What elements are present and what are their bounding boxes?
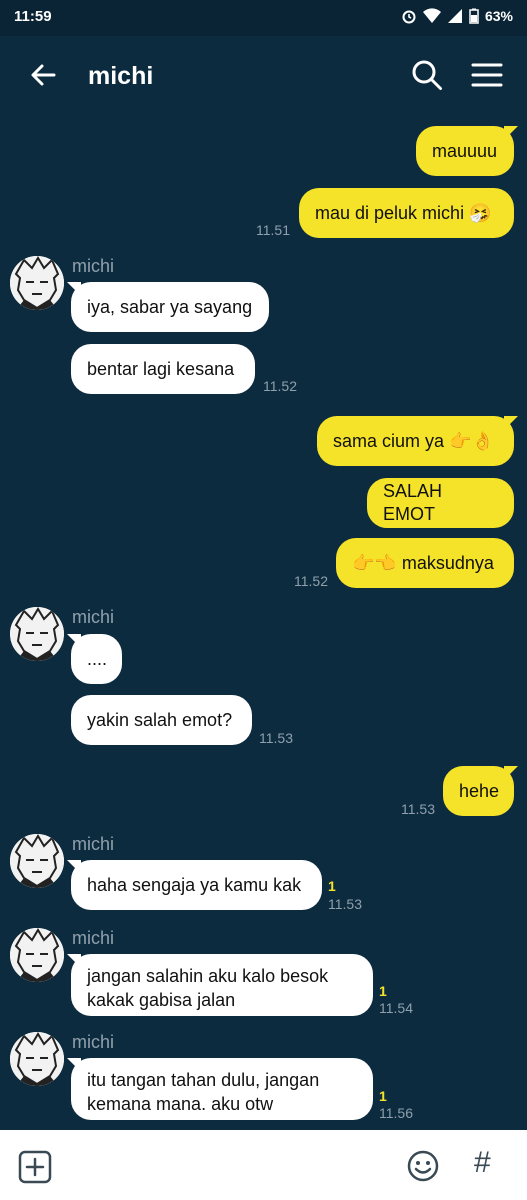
battery-percent: 63% (484, 8, 513, 24)
sender-name: michi (72, 607, 115, 627)
message-outgoing[interactable]: mau di peluk michi 🤧 (299, 188, 514, 238)
message-text: jangan salahin aku kalo besok kakak gabi… (87, 966, 329, 1010)
message-list[interactable]: mauuuu mau di peluk michi 🤧 11.51 michi … (0, 118, 527, 1130)
signal-icon (447, 9, 462, 23)
input-bar: # (0, 1130, 527, 1200)
read-count: 1 (379, 983, 387, 999)
avatar[interactable] (10, 1032, 64, 1086)
sender-name: michi (72, 256, 115, 276)
message-outgoing[interactable]: 👉👈 maksudnya (336, 538, 514, 588)
message-timestamp: 11.56 (379, 1105, 413, 1121)
message-outgoing[interactable]: hehe (443, 766, 514, 816)
message-timestamp: 11.53 (259, 730, 293, 746)
message-incoming[interactable]: bentar lagi kesana (71, 344, 255, 394)
message-outgoing[interactable]: mauuuu (416, 126, 514, 176)
message-incoming[interactable]: yakin salah emot? (71, 695, 252, 745)
message-incoming[interactable]: .... (71, 634, 122, 684)
avatar[interactable] (10, 256, 64, 310)
avatar[interactable] (10, 834, 64, 888)
message-timestamp: 11.51 (256, 222, 290, 238)
message-text: itu tangan tahan dulu, jangan kemana man… (87, 1070, 320, 1114)
message-timestamp: 11.52 (263, 378, 297, 394)
plus-square-icon[interactable] (18, 1150, 52, 1184)
message-timestamp: 11.52 (294, 573, 328, 589)
message-timestamp: 11.53 (328, 896, 362, 912)
sender-name: michi (72, 1032, 115, 1052)
read-count: 1 (328, 878, 336, 894)
hash-icon[interactable]: # (474, 1146, 491, 1180)
message-outgoing[interactable]: sama cium ya 👉👌 (317, 416, 514, 466)
search-icon[interactable] (410, 58, 444, 92)
message-outgoing[interactable]: SALAH EMOT (367, 478, 514, 528)
avatar[interactable] (10, 607, 64, 661)
hamburger-menu-icon[interactable] (470, 58, 504, 92)
status-bar: 11:59 63% (0, 0, 527, 36)
avatar[interactable] (10, 928, 64, 982)
smiley-icon[interactable] (406, 1149, 440, 1183)
arrow-left-icon[interactable] (26, 58, 60, 92)
alarm-icon (402, 10, 416, 24)
status-icons: 63% (401, 8, 513, 24)
message-incoming[interactable]: itu tangan tahan dulu, jangan kemana man… (71, 1058, 373, 1120)
message-incoming[interactable]: haha sengaja ya kamu kak (71, 860, 322, 910)
message-incoming[interactable]: iya, sabar ya sayang (71, 282, 269, 332)
chat-title: michi (88, 62, 154, 90)
status-time: 11:59 (14, 8, 52, 25)
message-timestamp: 11.54 (379, 1000, 413, 1016)
battery-icon (469, 8, 479, 24)
sender-name: michi (72, 928, 115, 948)
message-incoming[interactable]: jangan salahin aku kalo besok kakak gabi… (71, 954, 373, 1016)
chat-header: michi (0, 36, 527, 118)
message-timestamp: 11.53 (401, 801, 435, 817)
sender-name: michi (72, 834, 115, 854)
read-count: 1 (379, 1088, 387, 1104)
wifi-icon (422, 8, 441, 23)
